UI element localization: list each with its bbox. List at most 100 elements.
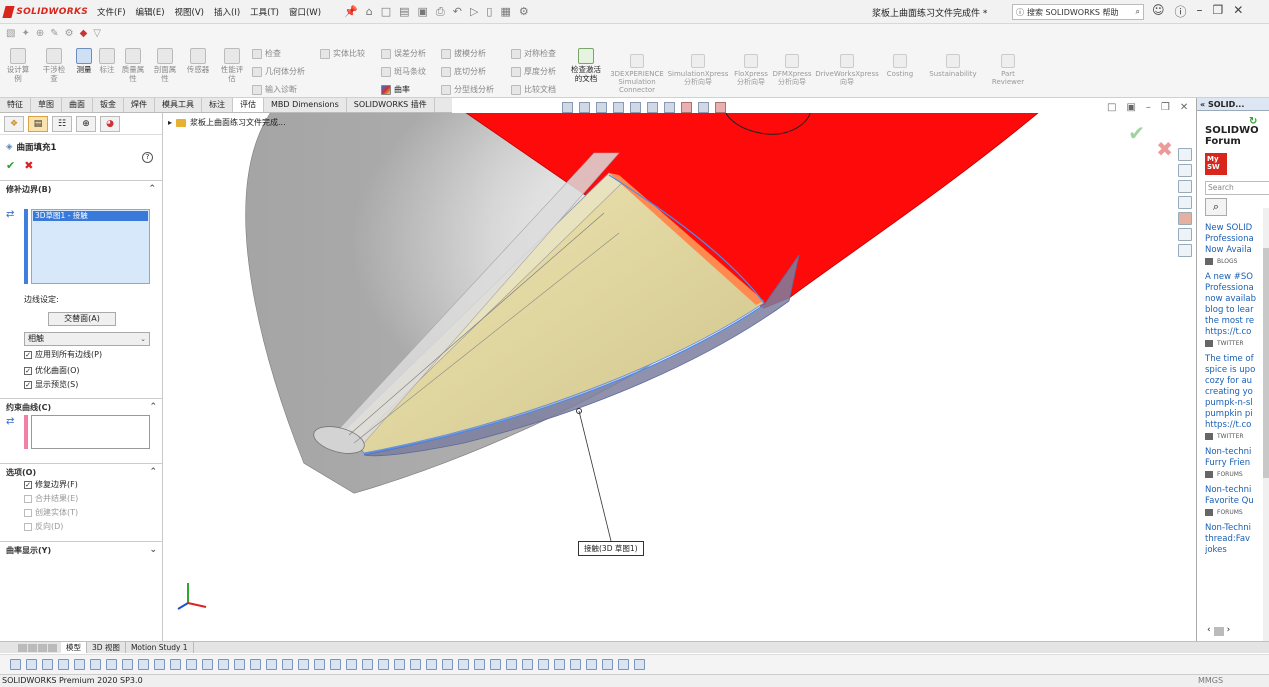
cmd-mass-properties[interactable]: 质量属性 [121, 48, 145, 83]
close-icon[interactable]: ✕ [1233, 3, 1243, 20]
feed-line[interactable]: Professiona [1205, 234, 1269, 245]
tree-root-label[interactable]: 浆板上曲面练习文件完成... [190, 117, 286, 128]
cmd-import-diagnostics[interactable]: 输入诊断 [252, 84, 297, 95]
select-icon[interactable]: ▷ [470, 5, 478, 19]
section-view-icon[interactable] [613, 102, 624, 113]
display-style-icon[interactable] [647, 102, 658, 113]
previous-page-icon[interactable]: ‹ [1207, 625, 1211, 636]
task-pane-scrollbar[interactable] [1263, 208, 1269, 641]
model-view[interactable] [164, 113, 1195, 641]
group-constraint-curves[interactable]: 约束曲线(C) ⌃ [0, 398, 163, 413]
boundary-item[interactable]: 3D草图1 - 接触 [33, 211, 148, 221]
filter-icon[interactable] [122, 659, 133, 670]
filter-icon[interactable] [538, 659, 549, 670]
cmd-compare-documents[interactable]: 比较文档 [511, 84, 556, 95]
filter-icon[interactable] [10, 659, 21, 670]
collapse-icon[interactable]: « [1200, 100, 1205, 109]
feed-line[interactable]: creating yo [1205, 387, 1269, 398]
help-icon[interactable]: ⓘ [1175, 3, 1187, 20]
feed-item[interactable]: A new #SO Professiona now availab blog to l… [1205, 272, 1269, 347]
hide-show-icon[interactable] [664, 102, 675, 113]
cmd-draft-analysis[interactable]: 拔模分析 [441, 48, 486, 59]
zoom-fit-icon[interactable] [562, 102, 573, 113]
cmd-curvature[interactable]: 曲率 [381, 84, 410, 95]
display-manager-tab-icon[interactable]: ◕ [100, 116, 120, 132]
feed-item[interactable]: The time of spice is upo cozy for au creati… [1205, 354, 1269, 440]
forum-search-input[interactable]: Search [1205, 181, 1269, 195]
feature-tree-flyout[interactable]: ▸ 浆板上曲面练习文件完成... [168, 117, 286, 128]
filter-icon[interactable] [298, 659, 309, 670]
feed-line[interactable]: pumpkin pi [1205, 409, 1269, 420]
account-icon[interactable]: ☺ [1152, 3, 1165, 20]
create-solid-checkbox[interactable]: 创建实体(T) [24, 507, 78, 518]
confirm-cancel-icon[interactable]: ✖ [1156, 137, 1173, 161]
feed-line[interactable]: A new #SO [1205, 272, 1269, 283]
unit-system[interactable]: MMGS [1198, 675, 1223, 687]
cmd-undercut-analysis[interactable]: 底切分析 [441, 66, 486, 77]
ext-dfmxpress[interactable]: DFMXpress 分析向导 [772, 54, 812, 86]
next-page-icon[interactable]: › [1227, 625, 1231, 636]
tab-surfaces[interactable]: 曲面 [62, 98, 93, 112]
view-orientation-icon[interactable] [630, 102, 641, 113]
filter-icon[interactable] [362, 659, 373, 670]
filter-icon[interactable] [202, 659, 213, 670]
boundary-callout[interactable]: 接触(3D 草图1) [578, 541, 644, 556]
tab-sheet-metal[interactable]: 钣金 [93, 98, 124, 112]
print-icon[interactable]: ⎙ [436, 5, 445, 19]
reverse-checkbox[interactable]: 反向(D) [24, 521, 63, 532]
chevron-up-icon[interactable]: ⌃ [149, 402, 157, 413]
property-manager-tab-icon[interactable]: ▤ [28, 116, 48, 132]
file-explorer-icon[interactable] [1178, 180, 1192, 193]
filter-icon[interactable] [458, 659, 469, 670]
fix-boundary-checkbox[interactable]: ✓ 修复边界(F) [24, 479, 78, 490]
zoom-icon[interactable]: ⊕ [36, 28, 44, 39]
forum-icon[interactable] [1178, 244, 1192, 257]
ext-costing[interactable]: Costing [882, 54, 918, 78]
constraint-curves-box[interactable] [31, 415, 150, 449]
solidworks-resources-icon[interactable] [1178, 148, 1192, 161]
minimize-icon[interactable]: – [1197, 3, 1203, 20]
next-tab-icon[interactable] [38, 643, 47, 652]
sketch-tools-icon[interactable]: ✦ [21, 28, 29, 39]
filter-icon[interactable] [602, 659, 613, 670]
chevron-up-icon[interactable]: ⌃ [148, 184, 156, 195]
feed-line[interactable]: Non-techni [1205, 447, 1269, 458]
pin-icon[interactable]: 📌 [344, 5, 358, 19]
filter-icon[interactable] [474, 659, 485, 670]
feed-line[interactable]: Professiona [1205, 283, 1269, 294]
cmd-section-properties[interactable]: 剖面属性 [153, 48, 177, 83]
feed-line[interactable]: New SOLID [1205, 223, 1269, 234]
filter-icon[interactable] [570, 659, 581, 670]
filter-icon[interactable] [346, 659, 357, 670]
view-orient-icon[interactable]: ▧ [6, 28, 15, 39]
group-options[interactable]: 选项(O) ⌃ [0, 463, 163, 478]
tile-view-icon[interactable]: ▣ [1126, 102, 1135, 113]
feed-line[interactable]: cozy for au [1205, 376, 1269, 387]
filter-icon[interactable] [218, 659, 229, 670]
filter-icon[interactable] [266, 659, 277, 670]
viewport-restore-icon[interactable]: ❐ [1161, 102, 1170, 113]
first-tab-icon[interactable] [18, 643, 27, 652]
cmd-geometry-analysis[interactable]: 几何体分析 [252, 66, 305, 77]
expand-arrow-icon[interactable]: ▸ [168, 118, 172, 127]
cmd-parting-line-analysis[interactable]: 分型线分析 [441, 84, 494, 95]
filter-icon[interactable] [74, 659, 85, 670]
tab-model[interactable]: 模型 [61, 642, 87, 653]
cmd-check-active-document[interactable]: 检查激活的文档 [568, 48, 604, 83]
menu-view[interactable]: 视图(V) [170, 6, 209, 18]
filter-icon[interactable] [314, 659, 325, 670]
feed-line[interactable]: Favorite Qu [1205, 496, 1269, 507]
tab-evaluate[interactable]: 评估 [233, 98, 264, 112]
split-view-icon[interactable]: □ [1107, 102, 1116, 113]
feed-line[interactable]: jokes [1205, 545, 1269, 556]
feed-line[interactable]: now availab [1205, 294, 1269, 305]
tab-features[interactable]: 特征 [0, 98, 31, 112]
appearances-scenes-icon[interactable] [1178, 212, 1192, 225]
filter-icon[interactable] [394, 659, 405, 670]
feed-line[interactable]: The time of [1205, 354, 1269, 365]
open-icon[interactable]: ▤ [399, 5, 409, 19]
ext-floxpress[interactable]: FloXpress 分析向导 [732, 54, 770, 86]
tab-sketch[interactable]: 草图 [31, 98, 62, 112]
options-gear-icon[interactable]: ⚙ [519, 5, 529, 19]
filter-icon[interactable] [410, 659, 421, 670]
